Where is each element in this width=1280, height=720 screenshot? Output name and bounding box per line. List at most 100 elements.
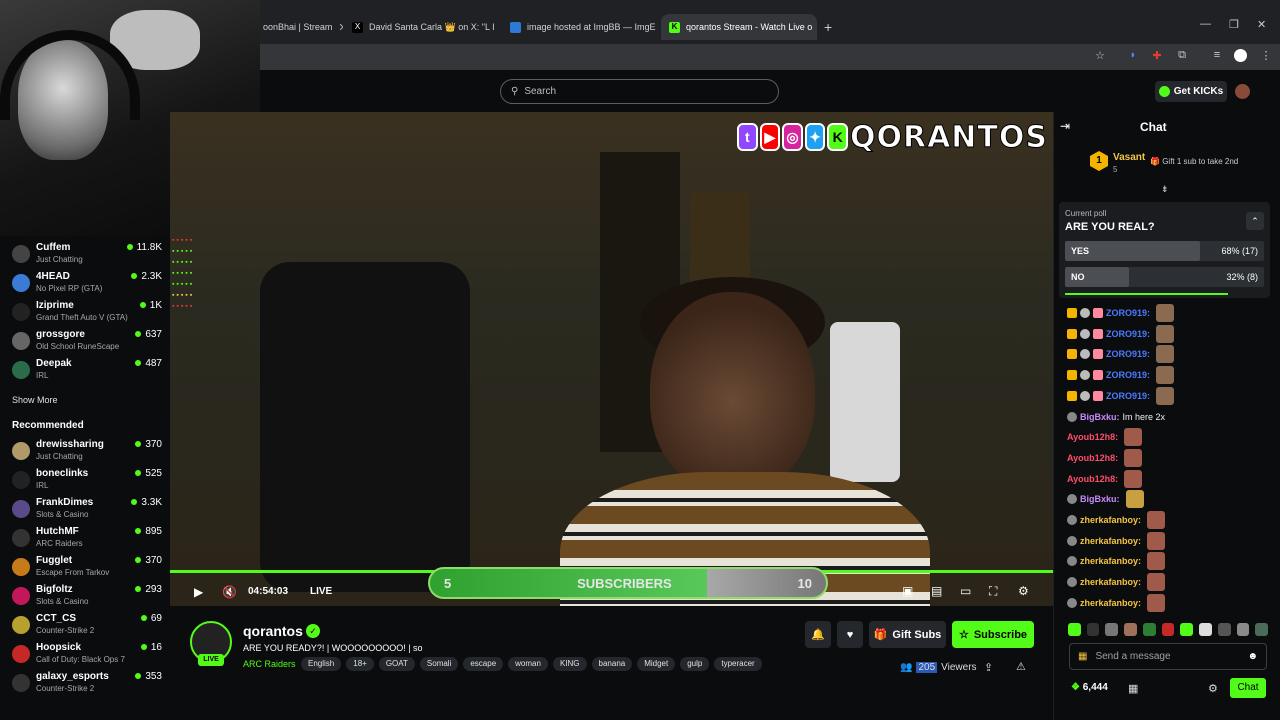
chat-username[interactable]: Ayoub12h8:: [1067, 432, 1118, 442]
chat-message[interactable]: ZORO919:: [1067, 365, 1175, 385]
tag[interactable]: KING: [552, 657, 587, 671]
chat-username[interactable]: BigBxku:: [1080, 494, 1120, 504]
tag[interactable]: English: [301, 657, 342, 671]
emote-icon[interactable]: [1142, 622, 1156, 636]
chat-message[interactable]: ZORO919:: [1067, 303, 1175, 323]
bookmark-star-icon[interactable]: ☆: [1093, 49, 1107, 63]
tag[interactable]: Midget: [637, 657, 676, 671]
tag[interactable]: Somali: [419, 657, 459, 671]
chat-message[interactable]: Ayoub12h8:: [1067, 427, 1143, 447]
gift-subs-button[interactable]: 🎁 Gift Subs: [869, 621, 946, 648]
sidebar-channel-drewissharing[interactable]: drewissharing Just Chatting 370: [12, 437, 162, 465]
report-warning-icon[interactable]: ⚠: [1016, 660, 1026, 673]
settings-gear-icon[interactable]: ⚙: [1018, 584, 1029, 598]
tag[interactable]: GOAT: [378, 657, 415, 671]
chat-message[interactable]: zherkafanboy:: [1067, 531, 1166, 551]
sidebar-channel-cct_cs[interactable]: CCT_CS Counter-Strike 2 69: [12, 611, 162, 639]
sidebar-channel-cuffem[interactable]: Cuffem Just Chatting 11.8K: [12, 240, 162, 268]
emote-icon[interactable]: [1124, 622, 1137, 636]
emote-icon[interactable]: [1236, 622, 1250, 636]
browser-tab[interactable]: image hosted at ImgBB — ImgE✕: [502, 14, 660, 40]
emote-icon[interactable]: [1255, 622, 1269, 636]
chat-message-input[interactable]: ▦ Send a message ☻: [1069, 643, 1267, 670]
chat-settings-gear-icon[interactable]: ⚙: [1208, 682, 1218, 695]
mute-icon[interactable]: 🔇: [222, 585, 237, 599]
chat-username[interactable]: ZORO919:: [1106, 370, 1150, 380]
user-avatar[interactable]: [1235, 84, 1250, 99]
emoji-icon[interactable]: ☻: [1247, 651, 1258, 662]
chat-username[interactable]: ZORO919:: [1106, 308, 1150, 318]
tag[interactable]: gulp: [680, 657, 710, 671]
chat-message[interactable]: BigBxku:: [1067, 489, 1144, 509]
chat-username[interactable]: ZORO919:: [1106, 391, 1150, 401]
sidebar-channel-galaxy_esports[interactable]: galaxy_esports Counter-Strike 2 353: [12, 669, 162, 697]
live-indicator[interactable]: LIVE: [310, 586, 332, 597]
emote-icon[interactable]: [1086, 622, 1100, 636]
pip-icon[interactable]: ▣: [902, 584, 913, 598]
chat-message[interactable]: zherkafanboy:: [1067, 593, 1166, 613]
chat-store-icon[interactable]: ▦: [1128, 682, 1138, 695]
emote-icon[interactable]: [1161, 622, 1175, 636]
sidebar-channel-iziprime[interactable]: Iziprime Grand Theft Auto V (GTA) 1K: [12, 298, 162, 326]
chat-message[interactable]: zherkafanboy:: [1067, 551, 1166, 571]
tag[interactable]: escape: [463, 657, 504, 671]
collapse-poll-icon[interactable]: ⌃: [1246, 212, 1264, 230]
play-icon[interactable]: ▶: [194, 585, 203, 599]
send-chat-button[interactable]: Chat: [1230, 678, 1266, 698]
subscribe-button[interactable]: ☆ Subscribe: [952, 621, 1034, 648]
sidebar-channel-fugglet[interactable]: Fugglet Escape From Tarkov 370: [12, 553, 162, 581]
close-window-icon[interactable]: ✕: [1257, 18, 1266, 31]
chat-message[interactable]: Ayoub12h8:: [1067, 469, 1143, 489]
poll-option-yes[interactable]: YES 68% (17): [1065, 241, 1264, 261]
chat-username[interactable]: BigBxku:: [1080, 412, 1120, 422]
sidebar-channel-hutchmf[interactable]: HutchMF ARC Raiders 895: [12, 524, 162, 552]
channel-name[interactable]: qorantos: [243, 623, 303, 639]
browser-tab-active[interactable]: Kqorantos Stream - Watch Live o✕: [661, 14, 817, 40]
collapse-chat-icon[interactable]: ⇥: [1060, 119, 1070, 133]
browser-tab[interactable]: XDavid Santa Carla 👑 on X: "L I✕: [344, 14, 496, 40]
gift-chat-icon[interactable]: ▦: [1078, 651, 1087, 662]
sidebar-channel-bigfoltz[interactable]: Bigfoltz Slots & Casino 293: [12, 582, 162, 610]
sidebar-channel-frankdimes[interactable]: FrankDimes Slots & Casino 3.3K: [12, 495, 162, 523]
close-tab-icon[interactable]: ✕: [338, 21, 343, 34]
tag[interactable]: banana: [591, 657, 633, 671]
show-more-link[interactable]: Show More: [12, 395, 58, 405]
poll-option-no[interactable]: NO 32% (8): [1065, 267, 1264, 287]
sidebar-channel-boneclinks[interactable]: boneclinks IRL 525: [12, 466, 162, 494]
tag[interactable]: woman: [508, 657, 548, 671]
chat-message[interactable]: zherkafanboy:: [1067, 510, 1166, 530]
chat-message[interactable]: ZORO919:: [1067, 324, 1175, 344]
share-icon[interactable]: ⇪: [984, 661, 993, 674]
get-kicks-button[interactable]: Get KICKs: [1155, 81, 1227, 102]
expand-pinned-icon[interactable]: ⇟: [1161, 184, 1169, 195]
chat-message[interactable]: Ayoub12h8:: [1067, 448, 1143, 468]
search-input[interactable]: ⚲ Search: [500, 79, 779, 104]
extension-icon[interactable]: ✚: [1150, 49, 1164, 63]
follow-heart-button[interactable]: ♥: [837, 621, 863, 648]
chat-username[interactable]: Ayoub12h8:: [1067, 474, 1118, 484]
media-control-icon[interactable]: ≡: [1210, 49, 1224, 63]
chat-message[interactable]: ZORO919:: [1067, 344, 1175, 364]
emote-icon[interactable]: [1068, 622, 1081, 636]
chat-username[interactable]: ZORO919:: [1106, 329, 1150, 339]
tag[interactable]: 18+: [346, 657, 374, 671]
sidebar-channel-grossgore[interactable]: grossgore Old School RuneScape 637: [12, 327, 162, 355]
chat-username[interactable]: Ayoub12h8:: [1067, 453, 1118, 463]
profile-icon[interactable]: [1234, 49, 1247, 62]
clip-icon[interactable]: ▤: [931, 584, 942, 598]
browser-menu-icon[interactable]: ⋮: [1259, 49, 1273, 63]
chat-username[interactable]: zherkafanboy:: [1080, 515, 1141, 525]
chat-username[interactable]: zherkafanboy:: [1080, 577, 1141, 587]
tag[interactable]: typeracer: [714, 657, 762, 671]
stream-category[interactable]: ARC Raiders: [243, 659, 296, 669]
emote-icon[interactable]: [1180, 622, 1194, 636]
emote-icon[interactable]: [1217, 622, 1231, 636]
chat-username[interactable]: zherkafanboy:: [1080, 556, 1141, 566]
theater-mode-icon[interactable]: ▭: [960, 584, 971, 598]
sidebar-channel-deepak[interactable]: Deepak IRL 487: [12, 356, 162, 384]
sidebar-channel-4head[interactable]: 4HEAD No Pixel RP (GTA) 2.3K: [12, 269, 162, 297]
browser-tab[interactable]: oonBhai | Stream ✕: [255, 14, 343, 40]
chat-message[interactable]: BigBxku: Im here 2x: [1067, 407, 1165, 427]
chat-message[interactable]: ZORO919:: [1067, 386, 1175, 406]
new-tab-button[interactable]: +: [824, 19, 832, 35]
